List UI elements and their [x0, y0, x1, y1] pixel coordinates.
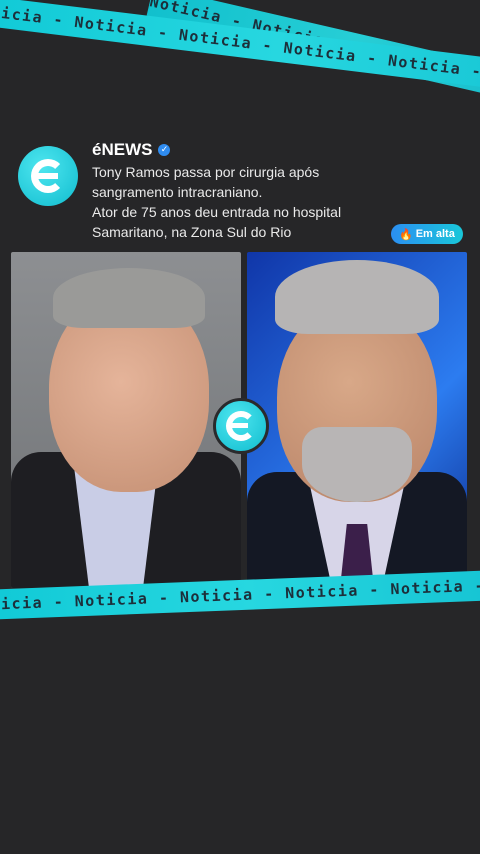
brand-name[interactable]: éNEWS	[92, 140, 152, 160]
photo-right	[247, 252, 467, 588]
enews-logo-icon[interactable]	[18, 146, 78, 206]
headline-line: Ator de 75 anos deu entrada no hospital	[92, 204, 342, 220]
headline: Tony Ramos passa por cirurgia após sangr…	[92, 162, 382, 242]
enews-center-logo-icon	[213, 398, 269, 454]
headline-line: sangramento intracraniano.	[92, 184, 263, 200]
brand-row: éNEWS ✓	[92, 140, 171, 160]
headline-line: Samaritano, na Zona Sul do Rio	[92, 224, 292, 240]
person-hair	[53, 268, 205, 328]
trending-label: Em alta	[415, 228, 455, 240]
verified-badge-icon: ✓	[158, 144, 171, 156]
trending-badge[interactable]: 🔥 Em alta	[391, 224, 463, 244]
person-hair	[275, 260, 439, 334]
photo-left	[11, 252, 241, 588]
fire-icon: 🔥	[399, 228, 413, 241]
person-beard	[302, 427, 412, 502]
headline-line: Tony Ramos passa por cirurgia após	[92, 164, 320, 180]
